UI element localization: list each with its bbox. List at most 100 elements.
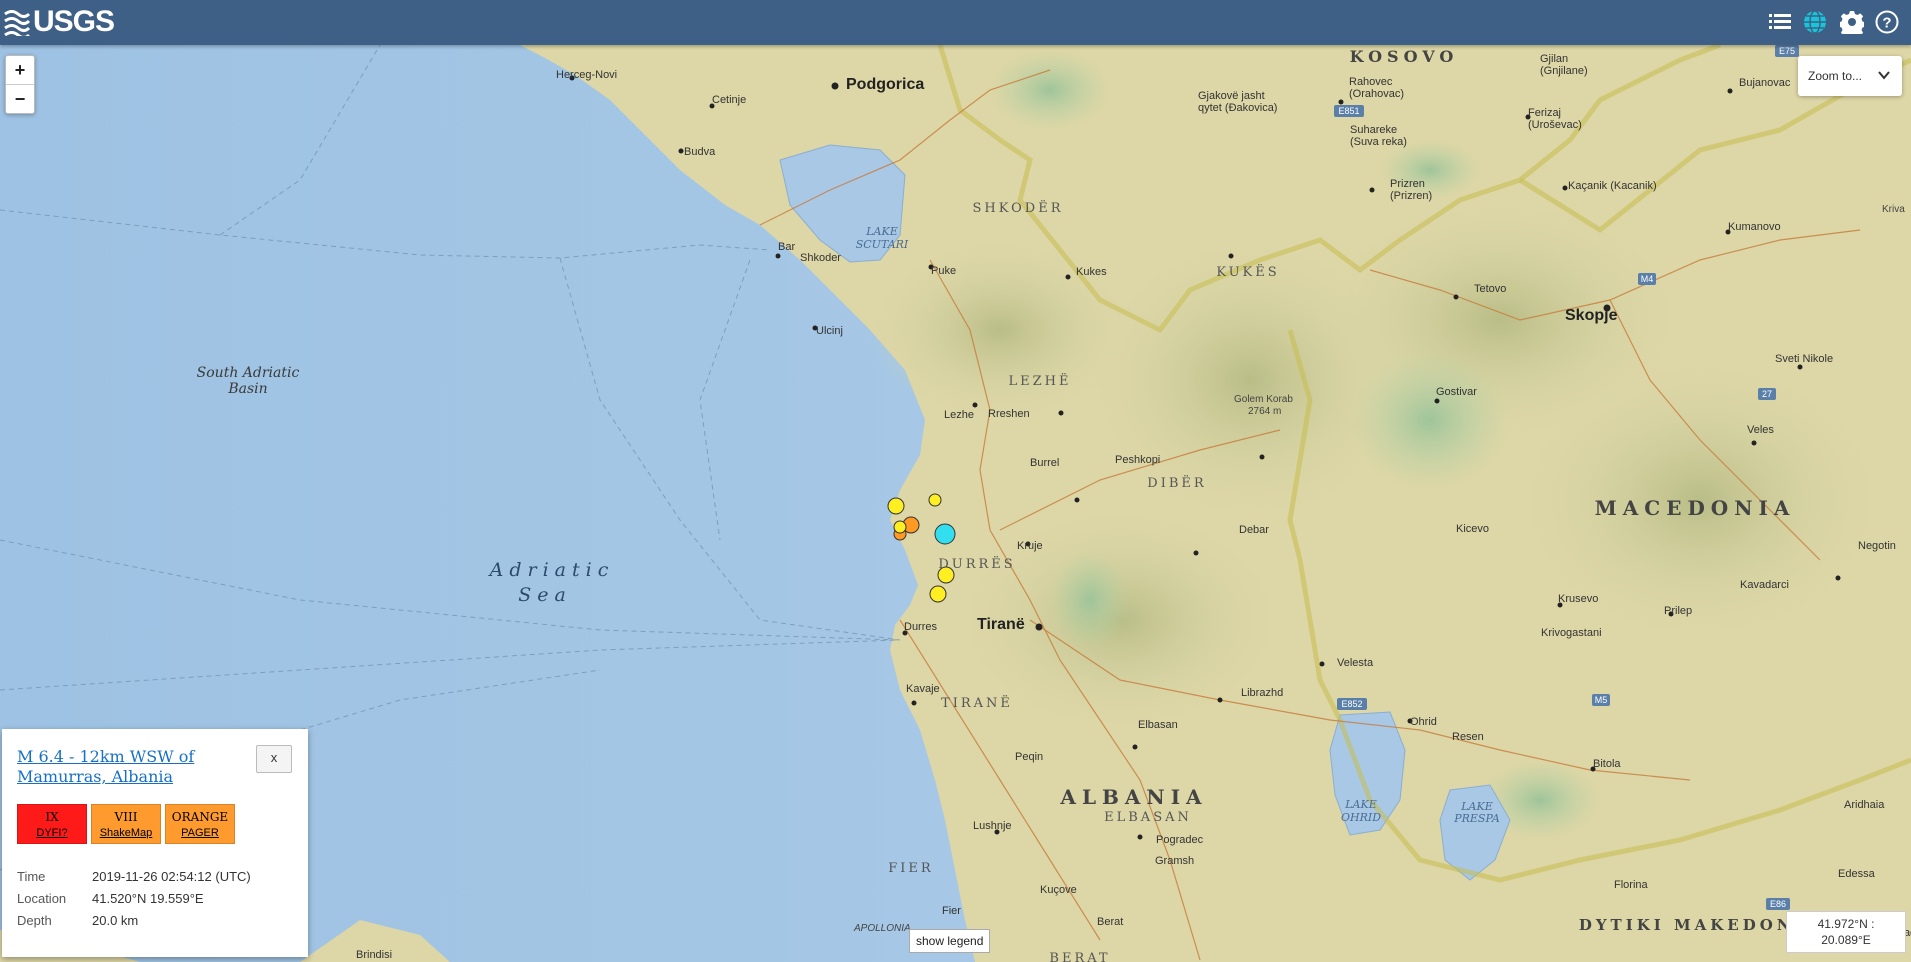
sea-label-2: Sea [518, 584, 572, 606]
road-shield-label: M4 [1641, 274, 1654, 284]
city-label: Suhareke [1350, 124, 1397, 136]
shakemap-label: ShakeMap [99, 827, 153, 839]
city-label: Kicevo [1456, 523, 1489, 535]
city-label: Brindisi [356, 949, 392, 961]
region-shkoder: SHKODËR [973, 199, 1064, 216]
apollonia-label: APOLLONIA [853, 923, 911, 934]
usgs-logo[interactable]: USGS [4, 5, 115, 38]
list-icon[interactable] [1766, 8, 1794, 36]
show-legend-button[interactable]: show legend [909, 929, 991, 953]
event-popup: M 6.4 - 12km WSW of Mamurras, Albania x … [2, 729, 308, 957]
region-elbasan: ELBASAN [1104, 810, 1192, 825]
pager-badge[interactable]: ORANGE PAGER [165, 804, 235, 844]
city-label: (Uroševac) [1528, 119, 1582, 131]
city-label: Prilep [1664, 605, 1692, 617]
road-shield-label: E851 [1338, 106, 1359, 116]
country-dytiki-makedonia: DYTIKI MAKEDONIA [1579, 916, 1821, 934]
city-label: Tetovo [1474, 283, 1506, 295]
city-label: Kumanovo [1728, 221, 1781, 233]
city-label: Velesta [1337, 657, 1374, 669]
usgs-wave-icon [4, 10, 30, 36]
globe-icon[interactable] [1801, 8, 1829, 36]
city-label: Ohrid [1410, 716, 1437, 728]
city-label: Lushnje [973, 820, 1012, 832]
dyfi-label: DYFI? [36, 827, 68, 839]
city-label: Budva [684, 146, 716, 158]
city-label: Fier [942, 905, 961, 917]
lake-scutari-2: SCUTARI [856, 238, 909, 251]
depth-label: Depth [17, 913, 52, 928]
city-label: Gjakovë jasht [1198, 90, 1265, 102]
city-tirane: Tiranë [977, 616, 1025, 633]
city-label: Rreshen [988, 408, 1030, 420]
time-row: Time 2019-11-26 02:54:12 (UTC) [17, 869, 251, 884]
svg-text:?: ? [1882, 15, 1891, 32]
road-shield-label: E852 [1341, 699, 1362, 709]
region-kukes: KUKËS [1216, 263, 1279, 280]
city-label: Negotin [1858, 540, 1896, 552]
help-icon[interactable]: ? [1873, 8, 1901, 36]
city-label: Peshkopi [1115, 454, 1160, 466]
city-label: (Orahovac) [1349, 88, 1404, 100]
city-label: Puke [931, 265, 956, 277]
time-value: 2019-11-26 02:54:12 (UTC) [92, 869, 251, 884]
city-label: (Suva reka) [1350, 136, 1407, 148]
city-label: Librazhd [1241, 687, 1283, 699]
location-row: Location 41.520°N 19.559°E [17, 891, 204, 906]
city-label: Bujanovac [1739, 77, 1791, 89]
peak-label-1: Golem Korab [1234, 394, 1293, 405]
chevron-down-icon [1878, 67, 1890, 83]
zoom-to-select[interactable]: Zoom to... [1798, 56, 1902, 96]
city-label: Durres [904, 621, 938, 633]
kriva-label: Kriva [1882, 204, 1905, 215]
basin-label-1: South Adriatic [197, 365, 300, 381]
city-label: Elbasan [1138, 719, 1178, 731]
city-label: Resen [1452, 731, 1484, 743]
city-skopje: Skopje [1565, 307, 1618, 324]
zoom-in-button[interactable]: + [6, 56, 34, 84]
city-label: Cetinje [712, 94, 746, 106]
region-diber: DIBËR [1147, 474, 1206, 491]
country-kosovo: KOSOVO [1350, 47, 1459, 66]
event-title-link[interactable]: M 6.4 - 12km WSW of Mamurras, Albania [17, 747, 247, 787]
lake-ohrid-2: OHRID [1341, 811, 1381, 824]
city-label: Sveti Nikole [1775, 353, 1833, 365]
shakemap-value: VIII [114, 810, 138, 824]
city-label: Florina [1614, 879, 1649, 891]
shakemap-badge[interactable]: VIII ShakeMap [91, 804, 161, 844]
zoom-out-button[interactable]: − [6, 84, 34, 113]
region-tirane: TIRANË [941, 694, 1013, 711]
city-label: Ferizaj [1528, 107, 1561, 119]
region-fier: FIER [888, 861, 933, 876]
road-shield-label: M5 [1595, 695, 1608, 705]
depth-value: 20.0 km [92, 913, 139, 928]
road-shield-label: E86 [1770, 899, 1786, 909]
gear-icon[interactable] [1838, 8, 1866, 36]
city-label: Debar [1239, 524, 1269, 536]
close-popup-button[interactable]: x [256, 745, 292, 773]
region-durres: DURRËS [938, 555, 1015, 572]
city-label: Kuçove [1040, 884, 1077, 896]
city-label: Rahovec [1349, 76, 1393, 88]
basin-label-2: Basin [227, 381, 267, 397]
dyfi-badge[interactable]: IX DYFI? [17, 804, 87, 844]
city-label: Veles [1747, 424, 1774, 436]
city-label: Kruje [1017, 540, 1043, 552]
city-label: Gramsh [1155, 855, 1194, 867]
country-albania: ALBANIA [1059, 785, 1207, 809]
city-label: Krivogastani [1541, 627, 1602, 639]
city-label: Pogradec [1156, 834, 1204, 846]
road-shield-label: 27 [1762, 389, 1772, 399]
city-podgorica: Podgorica [846, 76, 924, 93]
city-label: Kukes [1076, 266, 1107, 278]
lake-scutari-1: LAKE [865, 225, 898, 238]
coords-lat: 41.972°N : [1817, 917, 1875, 931]
peak-label-2: 2764 m [1248, 406, 1281, 417]
city-label: Bar [778, 241, 795, 253]
city-label: (Prizren) [1390, 190, 1432, 202]
city-label: Ulcinj [816, 325, 843, 337]
region-berat: BERAT [1049, 951, 1110, 962]
depth-row: Depth 20.0 km [17, 913, 138, 928]
zoom-control: + − [5, 55, 35, 114]
city-label: Shkoder [800, 252, 841, 264]
